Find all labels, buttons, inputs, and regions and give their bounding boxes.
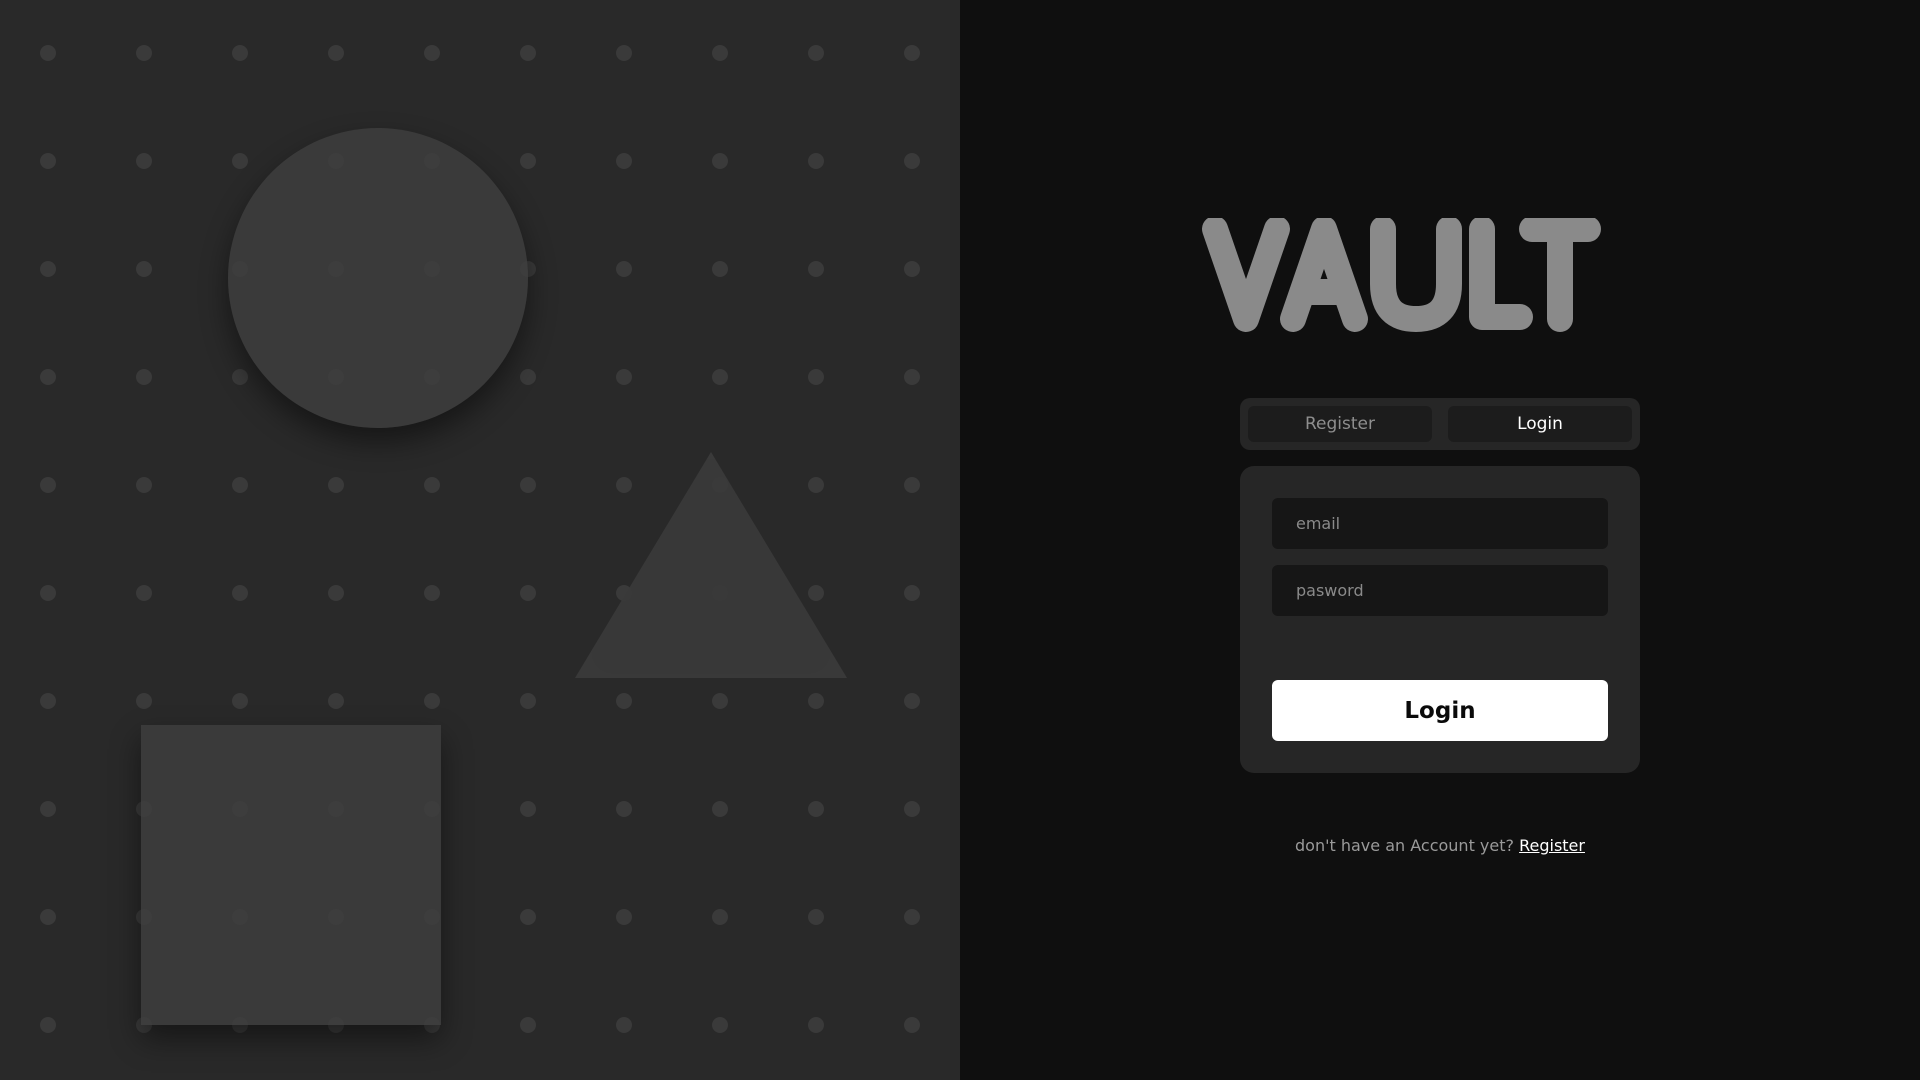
grid-dot (40, 909, 56, 925)
grid-dot (328, 45, 344, 61)
grid-dot (904, 45, 920, 61)
grid-dot (424, 693, 440, 709)
grid-dot (904, 801, 920, 817)
grid-dot (616, 153, 632, 169)
grid-dot (808, 693, 824, 709)
grid-dot (424, 45, 440, 61)
grid-dot (136, 261, 152, 277)
grid-dot (328, 693, 344, 709)
grid-dot (904, 153, 920, 169)
grid-dot (712, 153, 728, 169)
email-field[interactable] (1272, 498, 1608, 549)
grid-dot (232, 585, 248, 601)
decorative-circle (228, 128, 528, 428)
grid-dot (808, 45, 824, 61)
register-prompt: don't have an Account yet? Register (960, 836, 1920, 855)
tab-register[interactable]: Register (1248, 406, 1432, 442)
grid-dot (40, 1017, 56, 1033)
grid-dot (712, 45, 728, 61)
grid-dot (520, 477, 536, 493)
grid-dot (520, 45, 536, 61)
grid-dot (40, 801, 56, 817)
grid-dot (808, 585, 824, 601)
login-form-card: Login (1240, 466, 1640, 773)
grid-dot (232, 45, 248, 61)
vault-logo (1200, 218, 1601, 338)
grid-dot (520, 801, 536, 817)
grid-dot (808, 261, 824, 277)
grid-dot (40, 261, 56, 277)
grid-dot (712, 909, 728, 925)
grid-dot (40, 693, 56, 709)
grid-dot (904, 909, 920, 925)
grid-dot (904, 477, 920, 493)
grid-dot (904, 369, 920, 385)
grid-dot (40, 585, 56, 601)
password-field[interactable] (1272, 565, 1608, 616)
auth-tab-switch: Register Login (1240, 398, 1640, 450)
grid-dot (520, 369, 536, 385)
login-panel: Register Login Login don't have an Accou… (960, 0, 1920, 1080)
grid-dot (232, 153, 248, 169)
grid-dot (40, 477, 56, 493)
grid-dot (808, 477, 824, 493)
login-page: Register Login Login don't have an Accou… (0, 0, 1920, 1080)
grid-dot (616, 909, 632, 925)
grid-dot (136, 45, 152, 61)
grid-dot (520, 153, 536, 169)
grid-dot (712, 801, 728, 817)
grid-dot (808, 369, 824, 385)
grid-dot (136, 585, 152, 601)
grid-dot (136, 369, 152, 385)
grid-dot (40, 369, 56, 385)
grid-dot (520, 1017, 536, 1033)
grid-dot (712, 261, 728, 277)
grid-dot (232, 369, 248, 385)
register-link[interactable]: Register (1519, 836, 1585, 855)
tab-login[interactable]: Login (1448, 406, 1632, 442)
grid-dot (520, 909, 536, 925)
grid-dot (616, 45, 632, 61)
grid-dot (328, 477, 344, 493)
grid-dot (904, 693, 920, 709)
grid-dot (808, 909, 824, 925)
grid-dot (40, 45, 56, 61)
grid-dot (136, 477, 152, 493)
grid-dot (520, 693, 536, 709)
grid-dot (424, 477, 440, 493)
grid-dot (808, 1017, 824, 1033)
grid-dot (136, 693, 152, 709)
grid-dot (904, 261, 920, 277)
grid-dot (424, 585, 440, 601)
grid-dot (808, 153, 824, 169)
grid-dot (712, 1017, 728, 1033)
grid-dot (232, 693, 248, 709)
grid-dot (904, 585, 920, 601)
grid-dot (616, 1017, 632, 1033)
grid-dot (328, 585, 344, 601)
grid-dot (616, 801, 632, 817)
grid-dot (616, 477, 632, 493)
grid-dot (232, 477, 248, 493)
grid-dot (136, 153, 152, 169)
decorative-panel (0, 0, 960, 1080)
login-button[interactable]: Login (1272, 680, 1608, 741)
grid-dot (40, 153, 56, 169)
grid-dot (616, 369, 632, 385)
grid-dot (616, 693, 632, 709)
grid-dot (808, 801, 824, 817)
grid-dot (616, 261, 632, 277)
grid-dot (712, 369, 728, 385)
grid-dot (520, 585, 536, 601)
vault-logo-graphic (1202, 218, 1601, 332)
grid-dot (712, 693, 728, 709)
grid-dot (904, 1017, 920, 1033)
register-prompt-text: don't have an Account yet? (1295, 836, 1514, 855)
decorative-square (141, 725, 441, 1025)
